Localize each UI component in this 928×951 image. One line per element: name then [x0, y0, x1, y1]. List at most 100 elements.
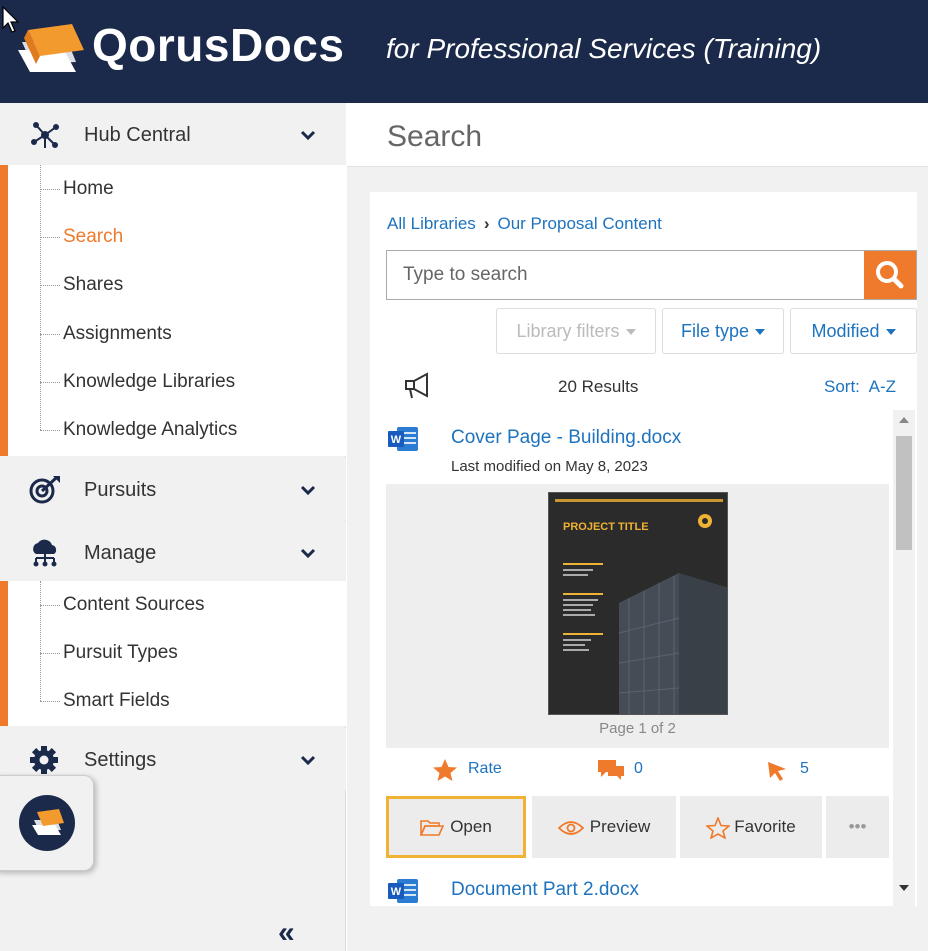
scroll-down-icon[interactable]: [898, 884, 910, 892]
caret-down-icon: [885, 329, 896, 336]
comments-count[interactable]: 0: [634, 760, 643, 778]
result-preview-area[interactable]: PROJECT TITLE Page 1 of 2: [386, 484, 889, 748]
sidebar-section-pursuits[interactable]: Pursuits: [0, 458, 346, 520]
tree-tick: [40, 189, 60, 190]
filter-label: Library filters: [516, 321, 620, 341]
chevron-down-icon[interactable]: [298, 750, 318, 770]
preview-button[interactable]: Preview: [532, 796, 676, 858]
file-type-dropdown[interactable]: File type: [662, 308, 784, 354]
collapse-sidebar-button[interactable]: «: [278, 916, 295, 950]
result-stats-bar: Rate 0 5: [386, 748, 889, 792]
more-options-icon: •••: [848, 817, 867, 836]
sidebar-item-smart-fields[interactable]: Smart Fields: [63, 690, 170, 712]
filter-label: File type: [680, 321, 750, 341]
tree-tick: [40, 430, 60, 431]
megaphone-icon[interactable]: [403, 372, 433, 400]
app-header: QorusDocs for Professional Services (Tra…: [0, 0, 928, 103]
comments-icon[interactable]: [596, 758, 626, 782]
brand-tagline: for Professional Services (Training): [386, 33, 822, 64]
sidebar-item-shares[interactable]: Shares: [63, 274, 123, 296]
caret-down-icon: [755, 329, 766, 336]
sidebar-section-label: Hub Central: [84, 124, 191, 146]
qorusdocs-launcher-button[interactable]: [0, 775, 94, 871]
tree-tick: [40, 285, 60, 286]
manage-menu: Content Sources Pursuit Types Smart Fiel…: [0, 581, 346, 726]
results-scrollbar[interactable]: [893, 410, 915, 906]
svg-text:W: W: [391, 434, 402, 446]
qorusdocs-logo-icon: [18, 24, 84, 72]
folder-open-icon: [419, 819, 445, 836]
page-indicator: Page 1 of 2: [599, 720, 676, 737]
caret-down-icon: [625, 329, 636, 336]
star-outline-icon: [705, 815, 732, 840]
favorite-button[interactable]: Favorite: [680, 796, 822, 858]
hub-network-icon: [31, 122, 59, 148]
sidebar-item-knowledge-libraries[interactable]: Knowledge Libraries: [63, 371, 235, 393]
sidebar: Hub Central Home Search Shares Assignmen…: [0, 103, 346, 951]
qorusdocs-logo-icon: [32, 809, 64, 835]
document-thumbnail[interactable]: PROJECT TITLE: [548, 492, 728, 715]
main-content: Search All Libraries › Our Proposal Conten…: [347, 103, 928, 951]
result-modified-date: Last modified on May 8, 2023: [451, 458, 648, 475]
scrollbar-thumb[interactable]: [896, 436, 912, 550]
more-options-button[interactable]: •••: [826, 796, 889, 858]
hub-central-menu: Home Search Shares Assignments Knowledge…: [0, 165, 346, 456]
breadcrumb-all-libraries[interactable]: All Libraries: [387, 214, 476, 233]
sidebar-item-knowledge-analytics[interactable]: Knowledge Analytics: [63, 419, 237, 441]
breadcrumb: All Libraries › Our Proposal Content: [387, 214, 662, 234]
chevron-down-icon[interactable]: [298, 125, 318, 145]
results-count: 20 Results: [558, 377, 639, 396]
sidebar-item-home[interactable]: Home: [63, 178, 114, 200]
breadcrumb-our-proposal-content[interactable]: Our Proposal Content: [497, 214, 661, 233]
search-input[interactable]: [387, 251, 865, 299]
breadcrumb-separator-icon: ›: [483, 214, 490, 233]
gear-icon: [30, 746, 58, 774]
tree-line: [40, 165, 41, 430]
search-button[interactable]: [864, 251, 916, 299]
word-document-icon: W: [388, 879, 418, 903]
filter-label: Modified: [811, 321, 880, 341]
modified-dropdown[interactable]: Modified: [790, 308, 917, 354]
chevron-down-icon[interactable]: [298, 543, 318, 563]
launcher-circle: [19, 795, 75, 851]
results-bar: 20 Results Sort: A-Z: [370, 362, 917, 410]
search-panel: All Libraries › Our Proposal Content Libra…: [370, 192, 917, 906]
result-title-link[interactable]: Document Part 2.docx: [451, 879, 639, 901]
sidebar-section-label: Manage: [84, 542, 157, 564]
star-filled-icon[interactable]: [432, 758, 458, 782]
target-icon: [29, 476, 60, 504]
sidebar-section-label: Settings: [84, 749, 157, 771]
thumbnail-title: PROJECT TITLE: [563, 521, 649, 533]
sidebar-item-assignments[interactable]: Assignments: [63, 323, 172, 345]
sidebar-item-pursuit-types[interactable]: Pursuit Types: [63, 642, 178, 664]
sidebar-item-content-sources[interactable]: Content Sources: [63, 594, 205, 616]
library-filters-dropdown[interactable]: Library filters: [496, 308, 656, 354]
sidebar-section-label: Pursuits: [84, 479, 157, 501]
clicks-count: 5: [800, 760, 809, 777]
word-document-icon: W: [388, 427, 418, 451]
search-icon: [876, 261, 904, 289]
sidebar-section-manage[interactable]: Manage: [0, 521, 346, 583]
eye-icon: [557, 820, 585, 835]
chevron-down-icon[interactable]: [298, 480, 318, 500]
result-title-link[interactable]: Cover Page - Building.docx: [451, 427, 681, 449]
rate-link[interactable]: Rate: [468, 760, 502, 778]
page-title-bar: Search: [347, 103, 928, 167]
open-button[interactable]: Open: [386, 796, 526, 858]
pointer-click-icon: [768, 762, 786, 781]
preview-button-label: Preview: [589, 817, 651, 836]
tree-tick: [40, 334, 60, 335]
sidebar-item-search[interactable]: Search: [63, 226, 123, 248]
tree-tick: [40, 653, 60, 654]
sort-control[interactable]: Sort: A-Z: [824, 377, 896, 397]
brand-name: QorusDocs: [92, 19, 345, 71]
mouse-cursor-icon: [2, 6, 20, 33]
open-button-label: Open: [450, 817, 492, 836]
sidebar-section-hub-central[interactable]: Hub Central: [0, 103, 346, 165]
page-title: Search: [387, 120, 483, 153]
svg-text:W: W: [391, 886, 402, 898]
scroll-up-icon[interactable]: [898, 416, 910, 424]
tree-tick: [40, 701, 60, 702]
tree-line: [40, 581, 41, 701]
result-actions: Open Preview Favorite •••: [386, 796, 889, 858]
